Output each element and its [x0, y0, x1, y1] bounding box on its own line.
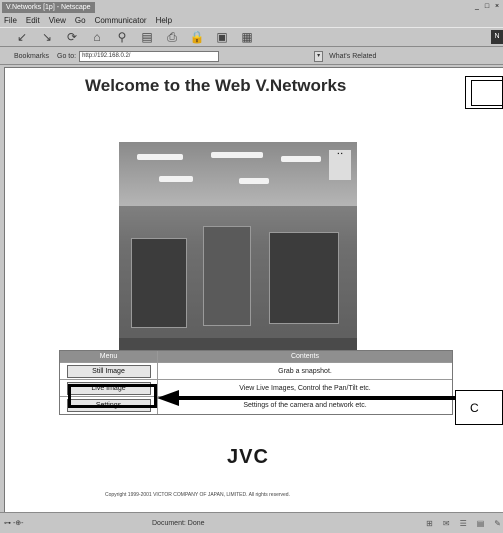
menu-go[interactable]: Go [75, 16, 86, 25]
back-icon[interactable]: ↙ [14, 29, 30, 45]
callout-arrow-icon [157, 390, 457, 406]
still-image-description: Grab a snapshot. [278, 367, 332, 375]
menu-edit[interactable]: Edit [26, 16, 40, 25]
maximize-button[interactable]: □ [483, 2, 491, 11]
stop-icon[interactable]: ▦ [239, 29, 255, 45]
table-row: Still Image Grab a snapshot. [60, 363, 452, 380]
header-contents: Contents [290, 352, 320, 360]
page-heading: Welcome to the Web V.Networks [85, 76, 347, 95]
side-panel-inner-frame [471, 80, 503, 106]
security-icon[interactable]: 🔒 [189, 29, 205, 45]
menu-help[interactable]: Help [156, 16, 172, 25]
title-bar: V.Networks [1p] - Netscape _ □ × [0, 0, 503, 14]
status-text: Document: Done [152, 519, 205, 527]
search-icon[interactable]: ⚲ [114, 29, 130, 45]
menu-communicator[interactable]: Communicator [95, 16, 147, 25]
goto-label: Go to: [57, 52, 77, 60]
menu-bar: File Edit View Go Communicator Help [0, 14, 503, 26]
reload-icon[interactable]: ⟳ [64, 29, 80, 45]
url-dropdown-icon[interactable]: ▾ [314, 50, 324, 62]
table-header-row: Menu Contents [60, 351, 452, 363]
settings-highlight-box [68, 384, 157, 408]
whats-related-button[interactable]: What's Related [329, 53, 376, 60]
shop-icon[interactable]: ▣ [214, 29, 230, 45]
status-bar: ⊶ -⊕- Document: Done ⊞ ✉ ☰ ▤ ✎ [0, 512, 503, 533]
netscape-icon[interactable]: ▤ [139, 29, 155, 45]
menu-file[interactable]: File [4, 16, 17, 25]
navigator-icon[interactable]: ⊞ [426, 519, 433, 528]
callout-label: C [455, 390, 503, 425]
connection-icon: ⊶ -⊕- [4, 520, 24, 527]
menu-view[interactable]: View [49, 16, 66, 25]
minimize-button[interactable]: _ [473, 2, 481, 11]
address-book-icon[interactable]: ▤ [477, 519, 485, 528]
copyright-text: Copyright 1999-2001 VICTOR COMPANY OF JA… [105, 492, 290, 498]
newsgroup-icon[interactable]: ☰ [460, 519, 467, 528]
page-content: Welcome to the Web V.Networks ▪ ▪ Menu C… [4, 67, 503, 512]
bookmarks-button[interactable]: Bookmarks [14, 53, 49, 60]
composer-icon[interactable]: ✎ [494, 519, 501, 528]
print-icon[interactable]: ⎙ [164, 29, 180, 45]
status-component-icons: ⊞ ✉ ☰ ▤ ✎ [426, 519, 501, 528]
header-menu: Menu [60, 351, 158, 362]
browser-window: V.Networks [1p] - Netscape _ □ × File Ed… [0, 0, 503, 533]
forward-icon[interactable]: ↘ [39, 29, 55, 45]
navigation-toolbar: ↙ ↘ ⟳ ⌂ ⚲ ▤ ⎙ 🔒 ▣ ▦ N [0, 27, 503, 47]
url-input[interactable]: http://192.168.0.2/ [79, 50, 220, 62]
window-controls: _ □ × [473, 2, 501, 11]
mail-icon[interactable]: ✉ [443, 519, 450, 528]
netscape-logo-icon: N [491, 30, 503, 44]
location-bar: Bookmarks Go to: http://192.168.0.2/ ▾ W… [0, 48, 503, 65]
close-button[interactable]: × [493, 2, 501, 11]
window-title: V.Networks [1p] - Netscape [2, 1, 95, 13]
jvc-logo: JVC [227, 446, 269, 468]
home-icon[interactable]: ⌂ [89, 29, 105, 45]
still-image-button[interactable]: Still Image [66, 364, 151, 378]
wall-sign: ▪ ▪ [329, 150, 351, 180]
